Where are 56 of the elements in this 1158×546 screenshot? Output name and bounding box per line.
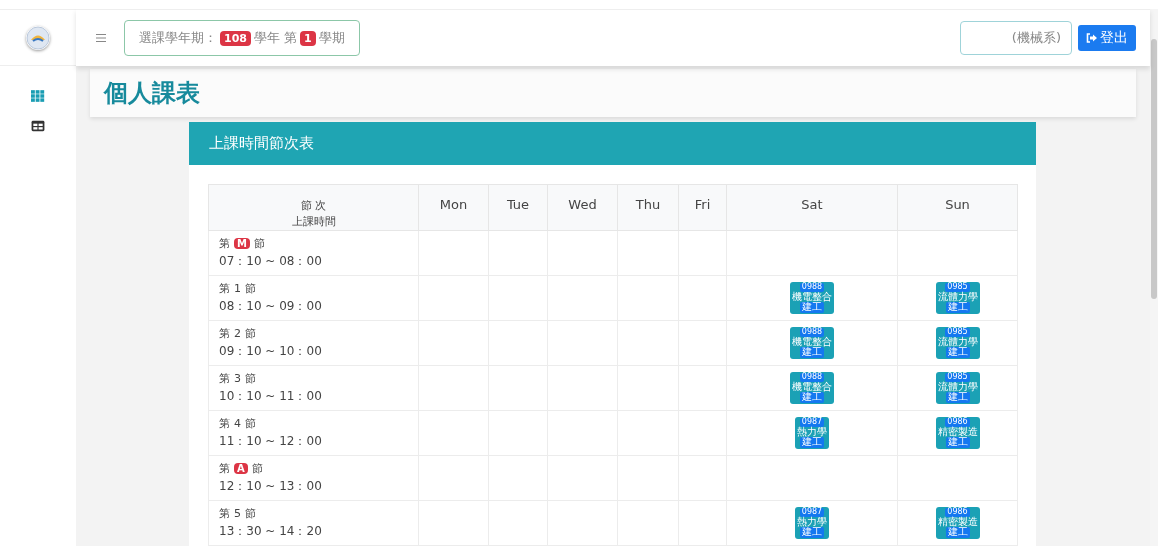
column-header: 節 次 上課時間 (208, 184, 419, 231)
period-number: 5 (234, 507, 241, 520)
column-header: Fri (678, 184, 727, 231)
term-selector[interactable]: 選課學年期： 108 學年 第 1 學期 (124, 20, 360, 56)
logo-icon[interactable] (26, 25, 50, 50)
period-number: 1 (234, 282, 241, 295)
course-chip[interactable]: 0988 機電整合 建工 (790, 282, 834, 314)
period-label: 第 (219, 461, 230, 476)
course-chip[interactable]: 0985 流體力學 建工 (935, 327, 980, 359)
period-number: 2 (234, 327, 241, 340)
period-label: 第 (219, 506, 230, 521)
logout-button[interactable]: 登出 (1078, 25, 1136, 51)
course-chip[interactable]: 0987 熱力學 建工 (795, 417, 829, 449)
period-label: 節 (245, 506, 256, 521)
card-title: 上課時間節次表 (209, 134, 314, 153)
column-header: Wed (547, 184, 618, 231)
period-label: 第 (219, 236, 230, 251)
department-field[interactable]: (機械系) (960, 21, 1072, 55)
period-time: 13：30 ~ 14：20 (219, 523, 323, 540)
period-number: 3 (234, 372, 241, 385)
period-time: 12：10 ~ 13：00 (219, 478, 323, 495)
grid-icon[interactable] (31, 90, 45, 102)
period-label: 節 (251, 461, 263, 476)
course-chip[interactable]: 0987 熱力學 建工 (795, 507, 829, 539)
course-chip[interactable]: 0988 機電整合 建工 (790, 372, 834, 404)
column-header: Sun (897, 184, 1018, 231)
period-time: 10：10 ~ 11：00 (219, 388, 323, 405)
course-chip[interactable]: 0986 精密製造 建工 (935, 507, 980, 539)
period-label: 節 (245, 281, 256, 296)
column-header: Sat (726, 184, 898, 231)
sign-out-icon (1086, 33, 1098, 43)
period-time: 07：10 ~ 08：00 (219, 253, 323, 270)
period-time: 08：10 ~ 09：00 (219, 298, 323, 315)
period-number: 4 (234, 417, 241, 430)
period-badge: M (234, 238, 250, 249)
column-header: Mon (418, 184, 489, 231)
course-chip[interactable]: 0985 流體力學 建工 (935, 372, 980, 404)
period-label: 第 (219, 326, 230, 341)
period-label: 節 (245, 326, 256, 341)
table-icon[interactable] (31, 120, 45, 132)
period-label: 節 (253, 236, 265, 251)
column-header: Thu (617, 184, 679, 231)
period-label: 第 (219, 371, 230, 386)
period-label: 節 (245, 371, 256, 386)
period-time: 09：10 ~ 10：00 (219, 343, 323, 360)
period-time: 11：10 ~ 12：00 (219, 433, 323, 450)
period-label: 第 (219, 281, 230, 296)
course-chip[interactable]: 0988 機電整合 建工 (790, 327, 834, 359)
course-chip[interactable]: 0986 精密製造 建工 (935, 417, 980, 449)
column-header: Tue (488, 184, 548, 231)
menu-icon[interactable] (96, 34, 106, 42)
period-badge: A (234, 463, 248, 474)
period-label: 節 (245, 416, 256, 431)
course-chip[interactable]: 0985 流體力學 建工 (935, 282, 980, 314)
period-label: 第 (219, 416, 230, 431)
page-title: 個人課表 (104, 78, 200, 109)
